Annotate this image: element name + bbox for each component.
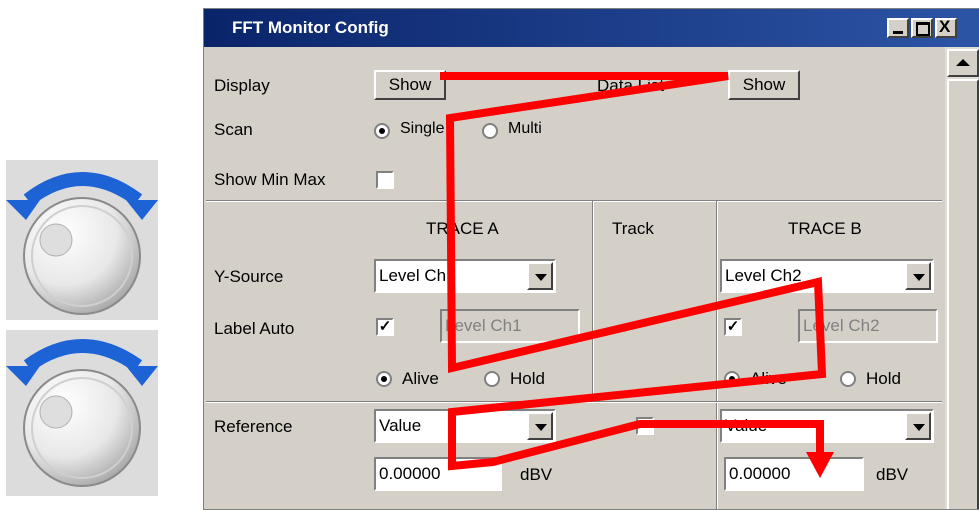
trace-a-alive-label: Alive [402,369,439,388]
minimize-button[interactable] [887,18,909,38]
trace-b-hold-label: Hold [866,369,901,388]
label-trace-a-field[interactable]: Level Ch1 [440,309,580,343]
rotary-knob-1[interactable] [6,160,158,320]
separator [206,401,942,403]
scan-label: Scan [214,120,253,139]
close-icon: X [939,17,951,36]
separator [592,201,594,401]
minimize-icon [893,31,903,34]
maximize-button[interactable] [911,18,933,38]
data-list-label: Data List [597,76,665,95]
scan-single-label: Single [400,120,445,137]
display-label: Display [214,76,270,95]
chevron-down-icon[interactable] [905,412,931,440]
separator [206,200,942,202]
reference-trace-a-select[interactable]: Value [374,409,556,443]
rotary-knob-icon [6,339,158,487]
show-min-max-label: Show Min Max [214,170,326,189]
scroll-up-arrow-icon[interactable] [947,49,979,77]
config-panel: Display Show Data List Show Scan Single … [204,47,944,509]
reference-trace-b-value: Value [725,416,768,435]
close-button[interactable]: X [935,17,957,38]
trace-b-alive-label: Alive [750,369,787,388]
separator [716,201,718,509]
trace-b-header: TRACE B [788,219,862,238]
track-header: Track [612,219,654,238]
scan-single-radio[interactable] [374,123,390,139]
chevron-down-icon[interactable] [527,262,553,290]
scan-multi-radio[interactable] [482,123,498,139]
maximize-icon [916,22,930,36]
show-min-max-checkbox[interactable] [376,171,394,189]
reference-trace-b-select[interactable]: Value [720,409,934,443]
data-list-show-button[interactable]: Show [728,70,800,100]
vertical-scrollbar[interactable] [945,47,979,509]
trace-a-header: TRACE A [426,219,499,238]
label-auto-label: Label Auto [214,319,295,338]
reference-trace-b-input[interactable]: 0.00000 [724,457,864,491]
display-show-button[interactable]: Show [374,70,446,100]
rotary-knob-2[interactable] [6,330,158,496]
y-source-label: Y-Source [214,267,284,286]
chevron-down-icon[interactable] [905,262,931,290]
reference-trace-a-input[interactable]: 0.00000 [374,457,502,491]
trace-a-alive-radio[interactable] [376,371,392,387]
reference-label: Reference [214,417,293,436]
y-source-trace-b-value: Level Ch2 [725,266,802,285]
scroll-thumb[interactable] [947,79,979,509]
rotary-knob-icon [6,172,158,315]
window-title: FFT Monitor Config [232,18,389,37]
reference-trace-a-unit: dBV [520,465,553,484]
trace-b-hold-radio[interactable] [840,371,856,387]
trace-b-alive-radio[interactable] [724,371,740,387]
y-source-trace-a-select[interactable]: Level Ch1 [374,259,556,293]
chevron-down-icon[interactable] [527,412,553,440]
reference-trace-b-unit: dBV [876,465,909,484]
trace-a-hold-label: Hold [510,369,545,388]
trace-a-hold-radio[interactable] [484,371,500,387]
label-auto-trace-b-checkbox[interactable]: ✓ [724,318,742,336]
y-source-trace-a-value: Level Ch1 [379,266,456,285]
label-trace-b-field[interactable]: Level Ch2 [798,309,938,343]
y-source-trace-b-select[interactable]: Level Ch2 [720,259,934,293]
fft-monitor-config-window: FFT Monitor Config X Display Show Data L… [203,8,979,510]
label-auto-trace-a-checkbox[interactable]: ✓ [376,318,394,336]
title-bar[interactable]: FFT Monitor Config X [204,9,979,47]
reference-track-checkbox[interactable] [636,417,654,435]
scan-multi-label: Multi [508,120,542,137]
reference-trace-a-value: Value [379,416,422,435]
